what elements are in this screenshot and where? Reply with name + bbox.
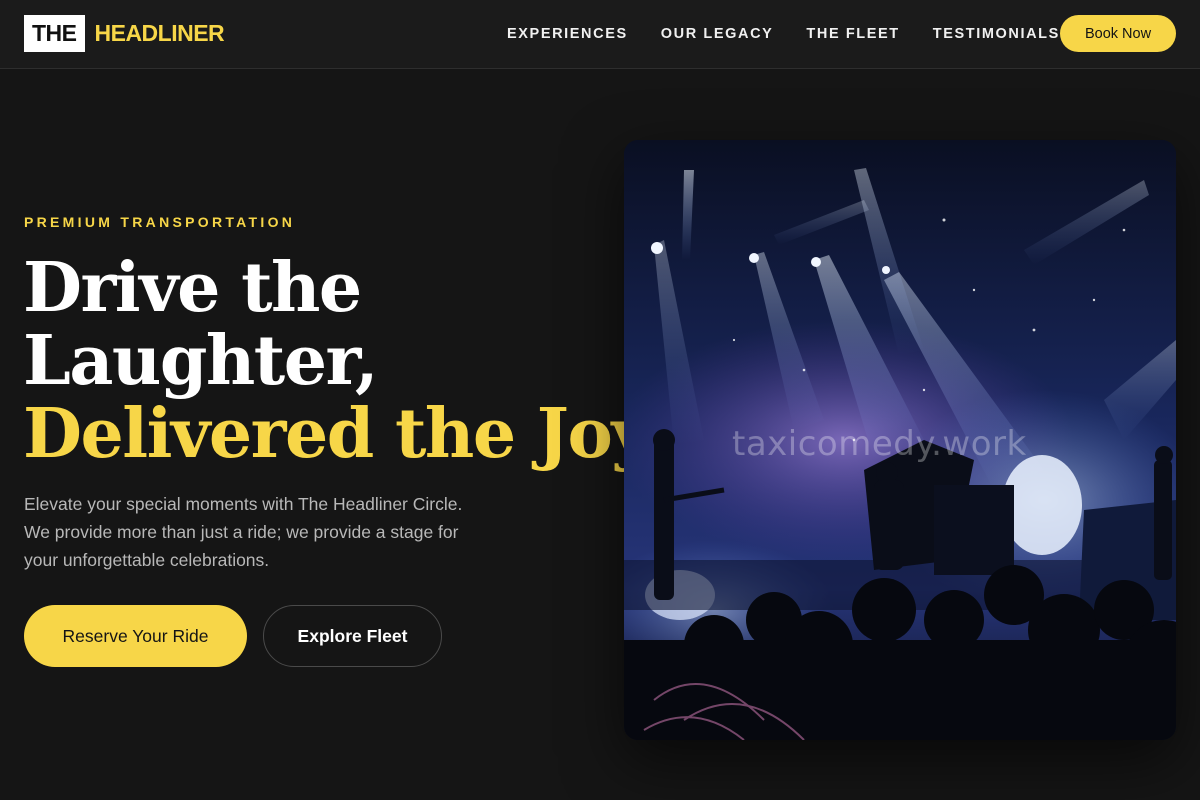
site-header: THE HEADLINER EXPERIENCES OUR LEGACY THE… [0,0,1200,69]
nav-link-experiences[interactable]: EXPERIENCES [507,26,628,42]
headline-line-3: Delivered the Joy. [23,394,665,474]
main-nav: EXPERIENCES OUR LEGACY THE FLEET TESTIMO… [474,0,1060,68]
nav-link-the-fleet[interactable]: THE FLEET [806,26,899,42]
logo-box: THE [24,15,85,52]
hero-concert-image: taxicomedy.work [624,140,1176,740]
hero-eyebrow: PREMIUM TRANSPORTATION [24,214,296,230]
hero-subtext: Elevate your special moments with The He… [24,494,463,570]
reserve-ride-button[interactable]: Reserve Your Ride [24,605,247,667]
headline-line-2: Laughter, [23,321,379,401]
image-watermark: taxicomedy.work [732,424,1027,464]
nav-link-our-legacy[interactable]: OUR LEGACY [661,26,774,42]
site-logo[interactable]: THE HEADLINER [24,15,225,52]
headline-line-1: Drive the [23,248,362,328]
logo-wordmark: HEADLINER [94,20,225,46]
book-now-button[interactable]: Book Now [1060,15,1176,52]
nav-link-testimonials[interactable]: TESTIMONIALS [933,26,1060,42]
explore-fleet-button[interactable]: Explore Fleet [263,605,442,667]
hero-headline: Drive the Laughter, Delivered the Joy. [23,248,665,474]
